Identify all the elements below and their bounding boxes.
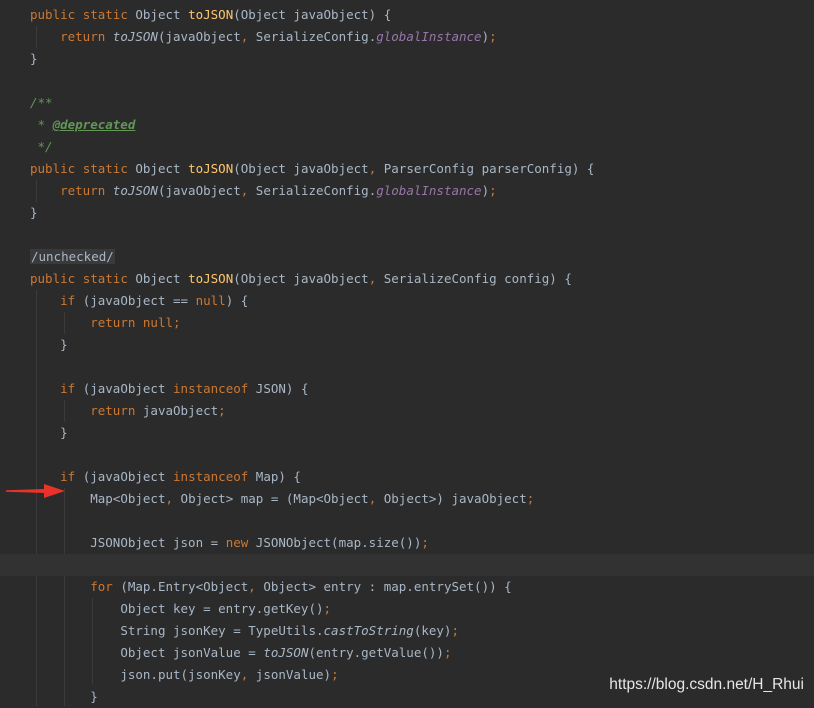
code-line[interactable]: } xyxy=(0,48,814,70)
code-line[interactable]: public static Object toJSON(Object javaO… xyxy=(0,268,814,290)
code-line[interactable]: */ xyxy=(0,136,814,158)
code-line[interactable]: return javaObject; xyxy=(0,400,814,422)
current-line-highlight[interactable] xyxy=(0,554,814,576)
code-line[interactable]: Map<Object, Object> map = (Map<Object, O… xyxy=(0,488,814,510)
red-arrow-icon xyxy=(6,484,65,498)
code-editor[interactable]: public static Object toJSON(Object javaO… xyxy=(0,0,814,706)
code-line[interactable]: String jsonKey = TypeUtils.castToString(… xyxy=(0,620,814,642)
code-line[interactable]: JSONObject json = new JSONObject(map.siz… xyxy=(0,532,814,554)
code-line[interactable]: for (Map.Entry<Object, Object> entry : m… xyxy=(0,576,814,598)
code-line[interactable]: * @deprecated xyxy=(0,114,814,136)
code-line[interactable]: return toJSON(javaObject, SerializeConfi… xyxy=(0,26,814,48)
code-line[interactable]: /unchecked/ xyxy=(0,246,814,268)
code-line[interactable]: public static Object toJSON(Object javaO… xyxy=(0,158,814,180)
code-line[interactable]: Object key = entry.getKey(); xyxy=(0,598,814,620)
unchecked-annotation: /unchecked/ xyxy=(30,249,115,264)
code-line[interactable]: return null; xyxy=(0,312,814,334)
code-line[interactable]: if (javaObject instanceof JSON) { xyxy=(0,378,814,400)
code-line[interactable]: if (javaObject instanceof Map) { xyxy=(0,466,814,488)
code-line[interactable]: } xyxy=(0,422,814,444)
code-line[interactable]: if (javaObject == null) { xyxy=(0,290,814,312)
watermark: https://blog.csdn.net/H_Rhui xyxy=(609,676,804,693)
code-line[interactable]: Object jsonValue = toJSON(entry.getValue… xyxy=(0,642,814,664)
code-line[interactable]: public static Object toJSON(Object javaO… xyxy=(0,4,814,26)
code-line[interactable]: } xyxy=(0,334,814,356)
code-line[interactable]: } xyxy=(0,202,814,224)
code-line[interactable]: /** xyxy=(0,92,814,114)
code-line[interactable]: return toJSON(javaObject, SerializeConfi… xyxy=(0,180,814,202)
